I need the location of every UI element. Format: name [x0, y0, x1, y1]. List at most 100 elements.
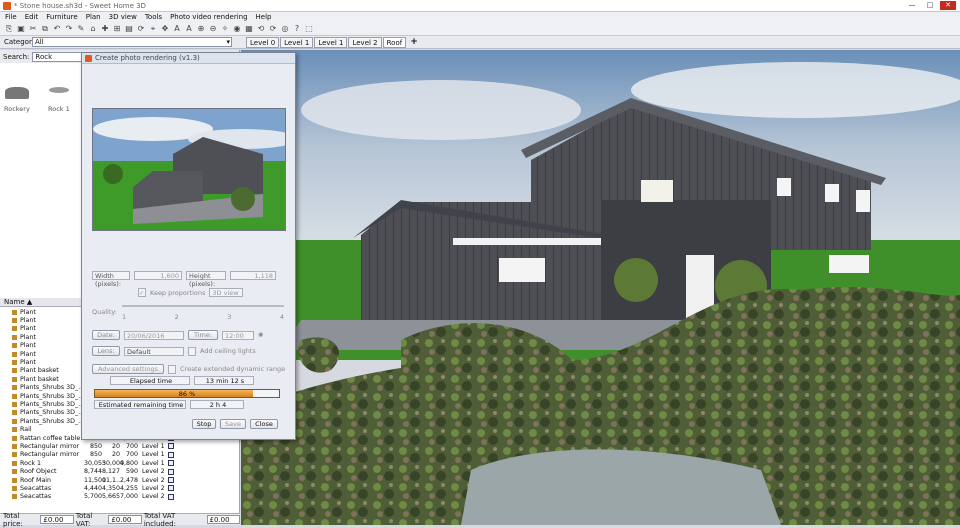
toolbar-button-icon[interactable]: ⊖ [208, 24, 218, 34]
date-field[interactable]: 20/06/2016 [124, 330, 184, 340]
toolbar-button-icon[interactable]: ▣ [16, 24, 26, 34]
toolbar-button-icon[interactable]: ↶ [52, 24, 62, 34]
preview-image [93, 109, 285, 230]
table-row[interactable]: Seacattas 5,700 5,665 7,000 Level 2 [0, 493, 238, 501]
toolbar-button-icon[interactable]: ◎ [280, 24, 290, 34]
ratio-select[interactable]: 3D view [209, 288, 244, 297]
rendering-preview [92, 108, 286, 231]
time-field[interactable]: 12:00 [222, 330, 254, 340]
toolbar-button-icon[interactable]: ⧉ [40, 24, 50, 34]
table-row[interactable]: Rectangular mirror 850 20 700 Level 1 [0, 451, 238, 459]
toolbar-button-icon[interactable]: ⬚ [304, 24, 314, 34]
toolbar-button-icon[interactable]: ⊕ [196, 24, 206, 34]
stop-button[interactable]: Stop [192, 419, 216, 429]
menu-help[interactable]: Help [256, 13, 272, 21]
toolbar-button-icon[interactable]: ✎ [76, 24, 86, 34]
toolbar-button-icon[interactable]: ? [292, 24, 302, 34]
catalog-item-rockery[interactable]: Rockery [4, 87, 30, 113]
ceiling-lights-label: Add ceiling lights [200, 347, 256, 355]
cell-name: Rock 1 [20, 459, 42, 467]
ceiling-lights-checkbox[interactable] [188, 346, 196, 356]
maximize-icon[interactable]: □ [922, 1, 938, 10]
toolbar-button-icon[interactable]: ↷ [64, 24, 74, 34]
menu-plan[interactable]: Plan [86, 13, 101, 21]
toolbar-button-icon[interactable]: ⊞ [112, 24, 122, 34]
cell-name: Plants_Shrubs 3D_... [20, 384, 84, 392]
lens-select[interactable]: Default [124, 346, 184, 356]
menu-tools[interactable]: Tools [145, 13, 162, 21]
category-select[interactable]: All [32, 37, 232, 47]
cell-h: 700 [125, 442, 138, 450]
close-button[interactable]: Close [250, 419, 278, 429]
quality-tick-1: 1 [122, 313, 127, 321]
toolbar-button-icon[interactable]: ⌖ [148, 24, 158, 34]
toolbar-button-icon[interactable]: ⟳ [268, 24, 278, 34]
toolbar-button-icon[interactable]: ⟲ [256, 24, 266, 34]
cell-h: 4,255 [120, 484, 139, 492]
table-row[interactable]: Roof Main 11,500 11,1... 2,478 Level 2 [0, 476, 238, 484]
tab-level-0[interactable]: Level 0 [246, 36, 280, 48]
table-row[interactable]: Roof Object 8,744 8,127 590 Level 2 [0, 467, 238, 475]
hdr-checkbox[interactable] [168, 364, 176, 374]
width-field[interactable]: 1,600 [134, 271, 182, 280]
toolbar-button-icon[interactable]: ✧ [220, 24, 230, 34]
menu-3d-view[interactable]: 3D view [109, 13, 137, 21]
visible-checkbox[interactable] [168, 477, 174, 483]
cell-level: Level 1 [142, 442, 165, 450]
toolbar-button-icon[interactable]: ⎘ [4, 24, 14, 34]
toolbar-button-icon[interactable]: ◉ [232, 24, 242, 34]
toolbar-button-icon[interactable]: ⌂ [88, 24, 98, 34]
cell-name: Plant [20, 317, 36, 325]
visible-checkbox[interactable] [168, 485, 174, 492]
3d-view[interactable] [241, 50, 960, 525]
date-button[interactable]: Date: [92, 330, 120, 340]
visible-checkbox[interactable] [168, 460, 174, 467]
menu-furniture[interactable]: Furniture [46, 13, 77, 21]
menu-edit[interactable]: Edit [25, 13, 39, 21]
status-bar: Total price: £0.00 Total VAT: £0.00 Tota… [0, 511, 240, 528]
furniture-icon [12, 443, 17, 449]
cell-level: Level 1 [142, 451, 165, 459]
toolbar-button-icon[interactable]: A [172, 24, 182, 34]
cell-name: Plant basket [20, 367, 59, 375]
menu-photo-video[interactable]: Photo video rendering [170, 13, 247, 21]
save-button[interactable]: Save [220, 419, 246, 429]
menu-file[interactable]: File [5, 13, 17, 21]
height-field[interactable]: 1,118 [230, 271, 276, 280]
table-row[interactable]: Seacattas 4,440 4,350 4,255 Level 2 [0, 484, 238, 492]
cell-name: Plant [20, 308, 36, 316]
visible-checkbox[interactable] [168, 493, 174, 500]
toolbar-button-icon[interactable]: ✂ [28, 24, 38, 34]
table-row[interactable]: Rectangular mirror 850 20 700 Level 1 [0, 442, 238, 450]
tab-level-2[interactable]: Level 2 [348, 36, 382, 48]
window-title: * Stone house.sh3d - Sweet Home 3D [14, 1, 146, 10]
toolbar-button-icon[interactable]: ✥ [160, 24, 170, 34]
tab-level-1[interactable]: Level 1 [280, 36, 314, 48]
quality-slider[interactable] [122, 305, 284, 307]
furniture-icon [12, 368, 17, 374]
toolbar-button-icon[interactable]: ▤ [124, 24, 134, 34]
keep-proportions-checkbox[interactable]: ✓ [138, 288, 146, 297]
total-price-label: Total price: [3, 511, 23, 528]
close-icon[interactable]: ✕ [940, 1, 956, 10]
time-button[interactable]: Time: [188, 330, 218, 340]
table-row[interactable]: Rock 1 30,055 30,000 4,800 Level 1 [0, 459, 238, 467]
toolbar-button-icon[interactable]: ▦ [244, 24, 254, 34]
visible-checkbox[interactable] [168, 468, 174, 475]
cell-name: Plant [20, 325, 36, 333]
advanced-settings-button[interactable]: Advanced settings [92, 364, 164, 374]
toolbar-button-icon[interactable]: ⟳ [136, 24, 146, 34]
add-level-button[interactable]: + [410, 37, 418, 47]
toolbar-button-icon[interactable]: A [184, 24, 194, 34]
tab-roof[interactable]: Roof [382, 36, 407, 48]
minimize-icon[interactable]: — [904, 1, 920, 10]
furniture-icon [12, 477, 17, 483]
visible-checkbox[interactable] [168, 451, 174, 458]
catalog-item-rock[interactable]: Rock 1 [48, 87, 70, 113]
visible-checkbox[interactable] [168, 443, 174, 450]
furniture-icon [12, 334, 17, 340]
tab-level-1b[interactable]: Level 1 [314, 36, 348, 48]
toolbar-button-icon[interactable]: ✚ [100, 24, 110, 34]
cell-name: Rattan coffee table [20, 434, 81, 442]
lens-button[interactable]: Lens: [92, 346, 120, 356]
